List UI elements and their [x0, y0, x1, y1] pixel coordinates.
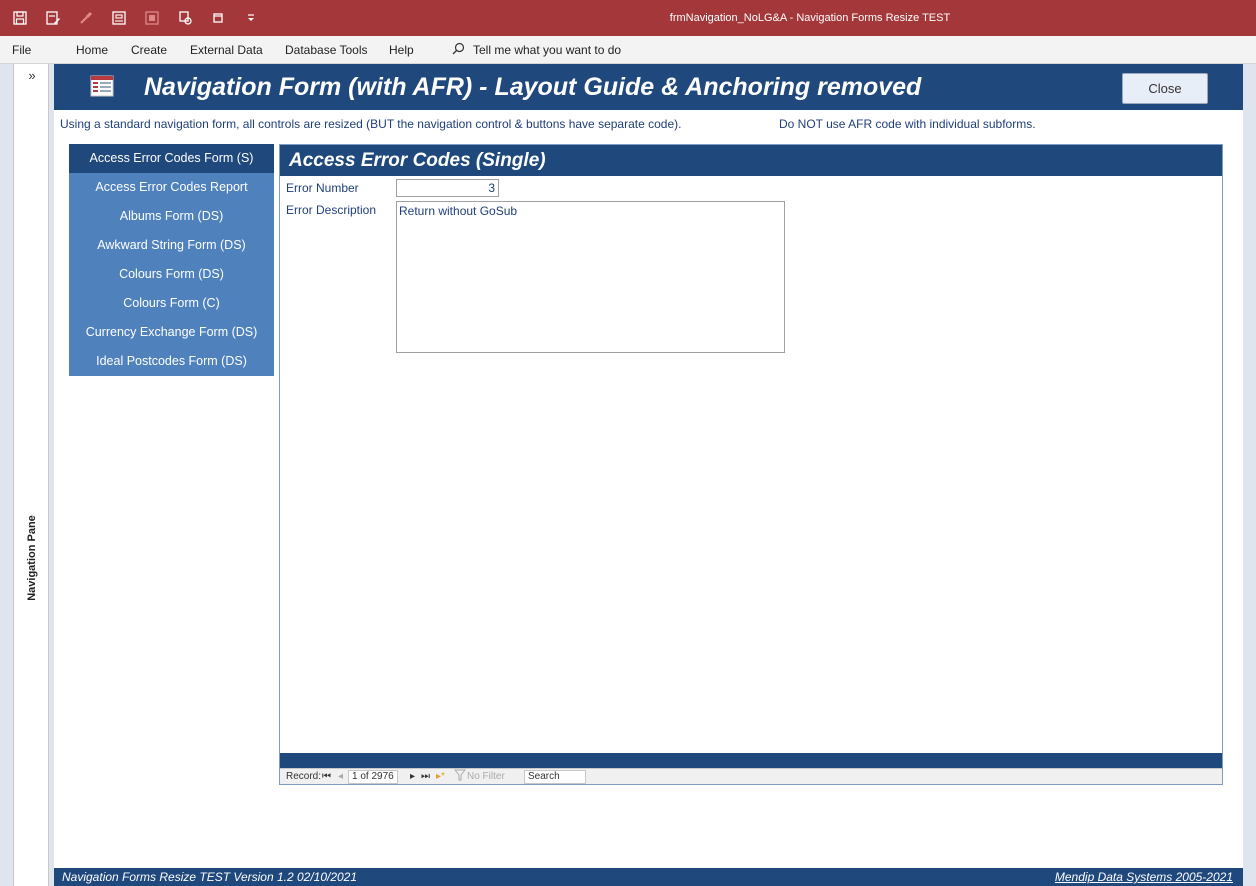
- subform-header: Access Error Codes (Single): [280, 145, 1222, 176]
- tab-create[interactable]: Create: [131, 36, 167, 64]
- window-title: frmNavigation_NoLG&A - Navigation Forms …: [669, 12, 951, 24]
- query-icon[interactable]: [137, 6, 167, 30]
- tab-home[interactable]: Home: [76, 36, 108, 64]
- navigation-pane-label: Navigation Pane: [26, 515, 38, 601]
- filter-icon[interactable]: [453, 769, 467, 785]
- filter-status[interactable]: No Filter: [467, 769, 505, 785]
- form-footer: Navigation Forms Resize TEST Version 1.2…: [54, 868, 1243, 886]
- save-icon[interactable]: [5, 6, 35, 30]
- nav-button-currency-exchange-form[interactable]: Currency Exchange Form (DS): [69, 318, 274, 347]
- error-description-label: Error Description: [286, 203, 377, 217]
- navigation-form: Navigation Form (with AFR) - Layout Guid…: [54, 64, 1243, 886]
- tell-me-search[interactable]: Tell me what you want to do: [452, 36, 621, 64]
- tell-me-label: Tell me what you want to do: [473, 43, 622, 57]
- brush-icon[interactable]: [71, 6, 101, 30]
- info-text: Using a standard navigation form, all co…: [60, 117, 682, 131]
- tab-help[interactable]: Help: [389, 36, 414, 64]
- error-number-field[interactable]: 3: [396, 179, 499, 197]
- expand-chevron-icon[interactable]: »: [14, 68, 50, 83]
- tab-database-tools[interactable]: Database Tools: [285, 36, 368, 64]
- record-navigation-bar: Record: ⏮ ◂ 1 of 2976 ▸ ⏭ ▸* No Filter S…: [280, 768, 1222, 784]
- nav-button-albums-form[interactable]: Albums Form (DS): [69, 202, 274, 231]
- new-record-button[interactable]: ▸*: [436, 769, 445, 785]
- macro-icon[interactable]: [170, 6, 200, 30]
- customize-dropdown-icon[interactable]: [236, 6, 266, 30]
- nav-button-access-error-codes-form[interactable]: Access Error Codes Form (S): [69, 144, 274, 173]
- subform-footer: [280, 753, 1222, 768]
- footer-copyright-link[interactable]: Mendip Data Systems 2005-2021: [1055, 868, 1233, 886]
- subform-title: Access Error Codes (Single): [289, 150, 546, 171]
- footer-version-text: Navigation Forms Resize TEST Version 1.2…: [62, 870, 358, 884]
- nav-button-awkward-string-form[interactable]: Awkward String Form (DS): [69, 231, 274, 260]
- close-button[interactable]: Close: [1122, 73, 1208, 104]
- form-icon: [90, 75, 114, 102]
- nav-button-ideal-postcodes-form[interactable]: Ideal Postcodes Form (DS): [69, 347, 274, 376]
- form-design-icon[interactable]: [38, 6, 68, 30]
- form-title: Navigation Form (with AFR) - Layout Guid…: [144, 73, 922, 101]
- record-label: Record:: [286, 771, 322, 782]
- error-description-field[interactable]: Return without GoSub: [396, 201, 785, 353]
- search-icon: [452, 42, 465, 58]
- quick-access-toolbar: [0, 0, 266, 36]
- form-header: Navigation Form (with AFR) - Layout Guid…: [54, 64, 1243, 110]
- tab-file[interactable]: File: [12, 36, 31, 64]
- error-number-label: Error Number: [286, 181, 359, 195]
- navigation-control: Access Error Codes Form (S) Access Error…: [69, 144, 274, 376]
- navigation-pane-bar[interactable]: » Navigation Pane: [13, 64, 49, 886]
- report-icon[interactable]: [104, 6, 134, 30]
- first-record-button[interactable]: ⏮: [322, 769, 331, 785]
- window-icon[interactable]: [203, 6, 233, 30]
- current-record-field[interactable]: 1 of 2976: [348, 770, 398, 784]
- next-record-button[interactable]: ▸: [410, 769, 415, 785]
- previous-record-button[interactable]: ◂: [338, 769, 343, 785]
- title-bar: frmNavigation_NoLG&A - Navigation Forms …: [0, 0, 1256, 36]
- nav-button-colours-form-c[interactable]: Colours Form (C): [69, 289, 274, 318]
- record-search-input[interactable]: Search: [524, 770, 586, 784]
- warning-text: Do NOT use AFR code with individual subf…: [779, 117, 1036, 131]
- nav-button-access-error-codes-report[interactable]: Access Error Codes Report: [69, 173, 274, 202]
- last-record-button[interactable]: ⏭: [421, 769, 430, 785]
- navigation-pane: » Navigation Pane: [0, 64, 54, 886]
- nav-button-colours-form-ds[interactable]: Colours Form (DS): [69, 260, 274, 289]
- ribbon-tabs: File Home Create External Data Database …: [0, 36, 1256, 64]
- subform-access-error-codes: Access Error Codes (Single) Error Number…: [279, 144, 1223, 785]
- tab-external-data[interactable]: External Data: [190, 36, 263, 64]
